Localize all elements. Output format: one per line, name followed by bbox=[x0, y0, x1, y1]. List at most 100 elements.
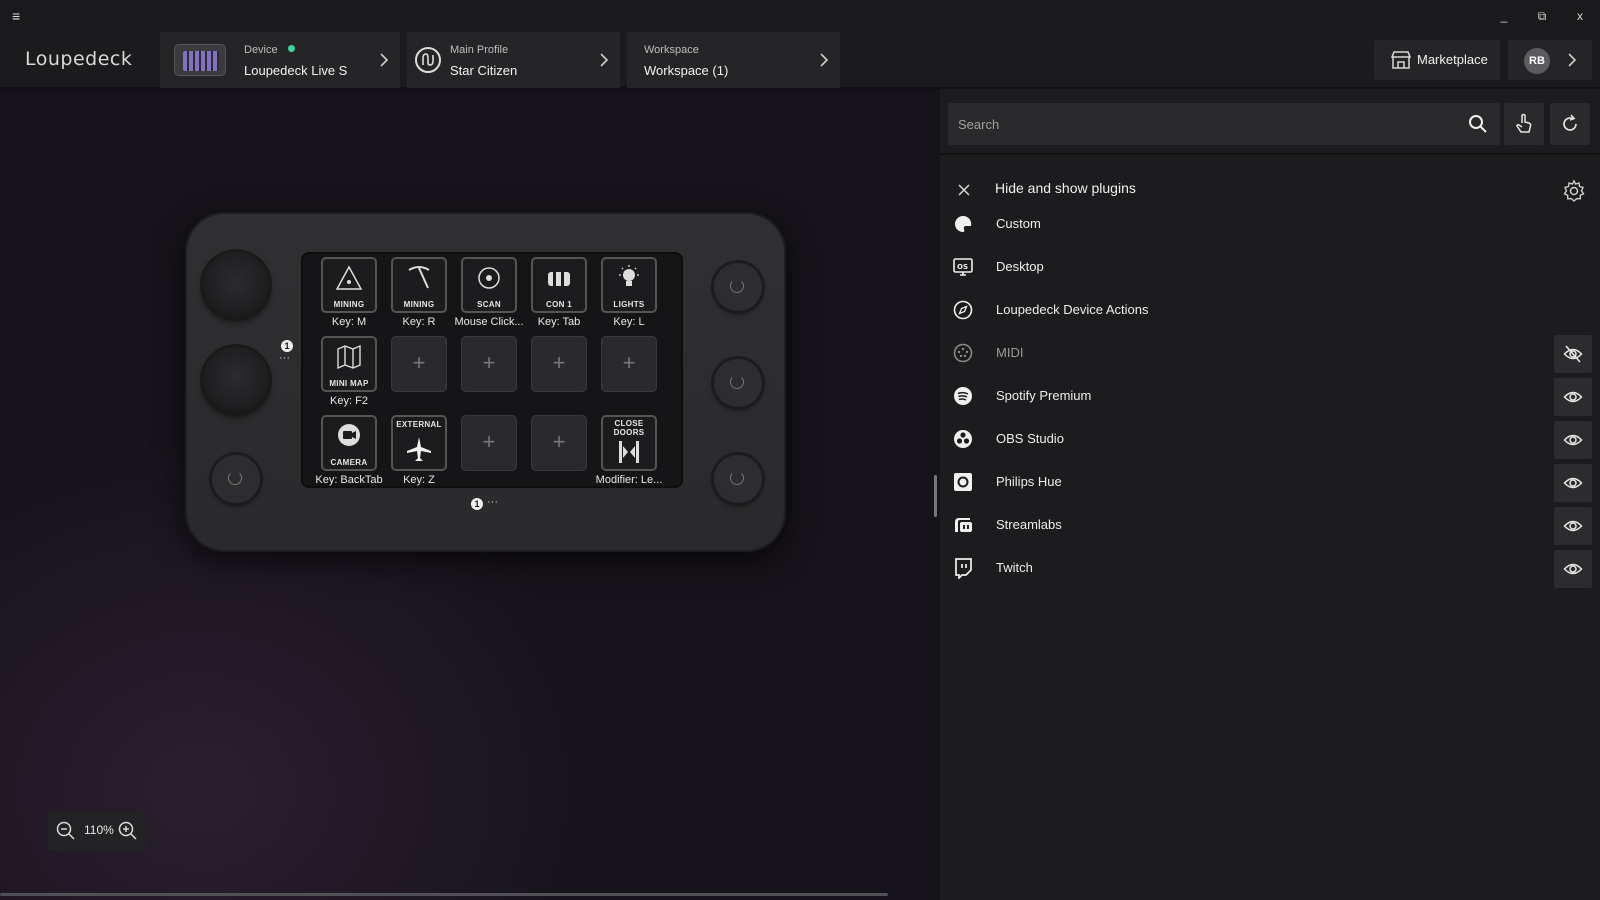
svg-text:OS: OS bbox=[957, 263, 968, 271]
device-canvas: 1 ··· MINING MINING SCAN CON 1 LIGHTS MI… bbox=[0, 89, 940, 900]
search-icon[interactable] bbox=[1468, 114, 1488, 134]
eye-icon bbox=[1563, 391, 1583, 403]
hamburger-menu-icon[interactable]: ≡ bbox=[12, 8, 26, 24]
refresh-button[interactable] bbox=[1550, 103, 1590, 145]
gear-icon[interactable] bbox=[1562, 179, 1586, 203]
toggle-visibility-button[interactable] bbox=[1554, 378, 1592, 416]
refresh-icon bbox=[1563, 114, 1577, 131]
eye-icon bbox=[1563, 434, 1583, 446]
key-scan[interactable]: SCAN bbox=[461, 257, 517, 313]
plugin-row-desktop: OS Desktop bbox=[940, 246, 1600, 289]
more-options-icon[interactable]: ··· bbox=[487, 496, 498, 508]
airplane-icon bbox=[407, 437, 431, 461]
hand-pointer-icon bbox=[1516, 113, 1532, 133]
spotify-icon bbox=[954, 387, 972, 405]
dial-2[interactable] bbox=[203, 347, 269, 413]
panel-splitter-handle[interactable] bbox=[934, 475, 937, 517]
round-button-right-1[interactable] bbox=[714, 263, 762, 311]
device-selector[interactable]: Device Loupedeck Live S bbox=[160, 32, 400, 88]
toggle-visibility-button[interactable] bbox=[1554, 421, 1592, 459]
zoom-in-icon[interactable] bbox=[118, 821, 138, 841]
horizontal-scrollbar[interactable] bbox=[0, 893, 888, 896]
workspace-name: Workspace (1) bbox=[644, 63, 729, 78]
empty-key[interactable]: + bbox=[531, 336, 587, 392]
profile-caption: Main Profile bbox=[450, 44, 509, 56]
close-icon[interactable] bbox=[957, 183, 971, 197]
chevron-right-icon bbox=[380, 53, 389, 67]
plugin-name: Spotify Premium bbox=[996, 388, 1092, 403]
round-button-right-3[interactable] bbox=[714, 455, 762, 503]
empty-key[interactable]: + bbox=[461, 336, 517, 392]
toggle-visibility-button[interactable] bbox=[1554, 507, 1592, 545]
empty-key[interactable]: + bbox=[461, 415, 517, 471]
key-close-doors[interactable]: CLOSE DOORS bbox=[601, 415, 657, 471]
zoom-control: 110% bbox=[48, 811, 146, 851]
plugin-name: Streamlabs bbox=[996, 517, 1062, 532]
key-label: Mouse Click... bbox=[454, 316, 524, 328]
search-input[interactable] bbox=[958, 103, 1438, 145]
plugin-row-philips-hue: Philips Hue bbox=[940, 461, 1600, 504]
marketplace-button[interactable]: Marketplace bbox=[1374, 40, 1500, 80]
palette-icon bbox=[955, 215, 972, 232]
plugin-name: OBS Studio bbox=[996, 431, 1064, 446]
key-label: Modifier: Le... bbox=[595, 474, 663, 486]
key-label: Key: R bbox=[402, 316, 436, 328]
device-thumbnail-icon bbox=[174, 44, 226, 76]
key-mining-m[interactable]: MINING bbox=[321, 257, 377, 313]
hue-icon bbox=[954, 473, 972, 491]
compass-icon bbox=[953, 300, 973, 320]
key-label: Key: M bbox=[331, 316, 367, 328]
key-camera[interactable]: CAMERA bbox=[321, 415, 377, 471]
key-grid: MINING MINING SCAN CON 1 LIGHTS MINI MAP… bbox=[301, 252, 683, 488]
profile-icon bbox=[415, 47, 441, 73]
dial-1[interactable] bbox=[203, 252, 269, 318]
empty-key[interactable]: + bbox=[531, 415, 587, 471]
workspace-selector[interactable]: Workspace Workspace (1) bbox=[627, 32, 840, 88]
empty-key[interactable]: + bbox=[391, 336, 447, 392]
user-menu[interactable]: RB bbox=[1508, 40, 1592, 80]
plugin-name: MIDI bbox=[996, 345, 1024, 360]
key-label: Key: BackTab bbox=[315, 474, 383, 486]
restore-button[interactable]: ⧉ bbox=[1532, 6, 1552, 26]
plugin-row-custom: Custom bbox=[940, 203, 1600, 246]
profile-selector[interactable]: Main Profile Star Citizen bbox=[407, 32, 620, 88]
map-icon bbox=[337, 344, 361, 370]
minimize-button[interactable]: _ bbox=[1494, 6, 1514, 26]
device-name: Loupedeck Live S bbox=[244, 63, 348, 78]
key-mini-map[interactable]: MINI MAP bbox=[321, 336, 377, 392]
streamlabs-icon bbox=[955, 518, 972, 532]
empty-key[interactable]: + bbox=[601, 336, 657, 392]
loupedeck-logo: Loupedeck bbox=[25, 48, 133, 70]
plugin-name: Loupedeck Device Actions bbox=[996, 302, 1149, 317]
zoom-out-icon[interactable] bbox=[56, 821, 76, 841]
page-number-badge[interactable]: 1 bbox=[281, 340, 293, 352]
key-label: Key: F2 bbox=[330, 395, 368, 407]
round-button-right-2[interactable] bbox=[714, 359, 762, 407]
close-button[interactable]: x bbox=[1570, 6, 1590, 26]
zoom-level: 110% bbox=[84, 823, 114, 837]
marketplace-label: Marketplace bbox=[1417, 52, 1488, 67]
plugin-row-device-actions: Loupedeck Device Actions bbox=[940, 289, 1600, 332]
desktop-os-icon: OS bbox=[953, 258, 973, 276]
midi-icon bbox=[953, 343, 973, 363]
twitch-icon bbox=[955, 558, 972, 579]
avatar: RB bbox=[1524, 48, 1550, 74]
page-number-badge[interactable]: 1 bbox=[471, 498, 483, 510]
key-mining-r[interactable]: MINING bbox=[391, 257, 447, 313]
key-label: Key: L bbox=[613, 316, 645, 328]
app-header: Loupedeck Device Loupedeck Live S Main P… bbox=[0, 32, 1600, 88]
toggle-visibility-button[interactable] bbox=[1554, 550, 1592, 588]
plugin-row-obs: OBS Studio bbox=[940, 418, 1600, 461]
panel-divider bbox=[940, 153, 1600, 155]
key-external[interactable]: EXTERNAL bbox=[391, 415, 447, 471]
doors-closing-icon bbox=[619, 441, 639, 463]
round-button-left[interactable] bbox=[212, 455, 260, 503]
more-options-icon[interactable]: ··· bbox=[279, 352, 290, 364]
toggle-visibility-button[interactable] bbox=[1554, 335, 1592, 373]
profile-name: Star Citizen bbox=[450, 63, 518, 78]
touch-button[interactable] bbox=[1504, 103, 1544, 145]
key-con1[interactable]: CON 1 bbox=[531, 257, 587, 313]
key-lights[interactable]: LIGHTS bbox=[601, 257, 657, 313]
plugin-name: Custom bbox=[996, 216, 1041, 231]
toggle-visibility-button[interactable] bbox=[1554, 464, 1592, 502]
